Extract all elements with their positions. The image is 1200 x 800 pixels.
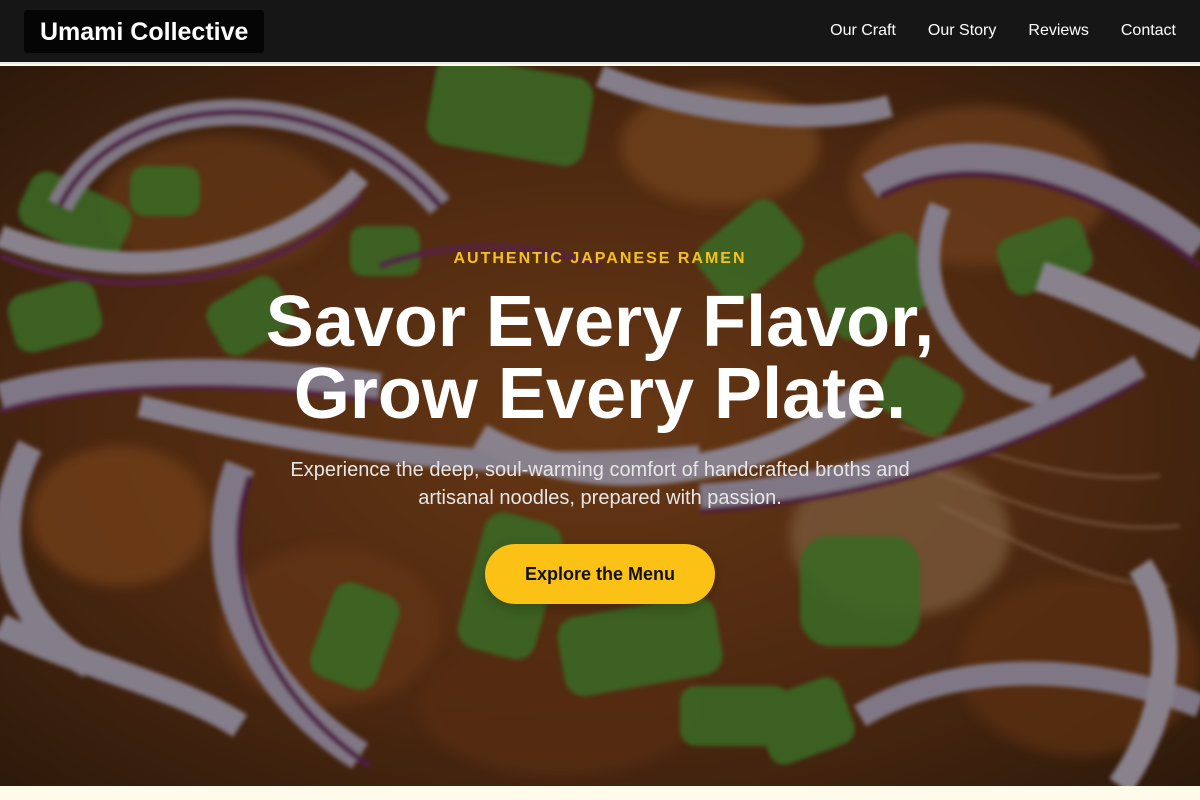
hero-headline-line-1: Savor Every Flavor,	[265, 282, 935, 362]
hero-subtext: Experience the deep, soul-warming comfor…	[290, 459, 910, 509]
main-nav: Our Craft Our Story Reviews Contact	[798, 22, 1176, 40]
hero-section: AUTHENTIC JAPANESE RAMEN Savor Every Fla…	[0, 66, 1200, 786]
hero-headline: Savor Every Flavor, Grow Every Plate.	[100, 286, 1100, 430]
hero-headline-line-2: Grow Every Plate.	[293, 354, 907, 434]
nav-link-contact[interactable]: Contact	[1121, 22, 1176, 40]
nav-link-our-story[interactable]: Our Story	[928, 22, 996, 40]
explore-menu-button[interactable]: Explore the Menu	[485, 544, 715, 604]
hero-content: AUTHENTIC JAPANESE RAMEN Savor Every Fla…	[0, 66, 1200, 786]
nav-link-reviews[interactable]: Reviews	[1028, 22, 1088, 40]
hero-eyebrow: AUTHENTIC JAPANESE RAMEN	[453, 250, 747, 267]
brand-logo[interactable]: Umami Collective	[24, 9, 265, 53]
site-header: Umami Collective Our Craft Our Story Rev…	[0, 0, 1200, 64]
next-section-edge	[0, 786, 1200, 800]
nav-link-our-craft[interactable]: Our Craft	[830, 22, 896, 40]
